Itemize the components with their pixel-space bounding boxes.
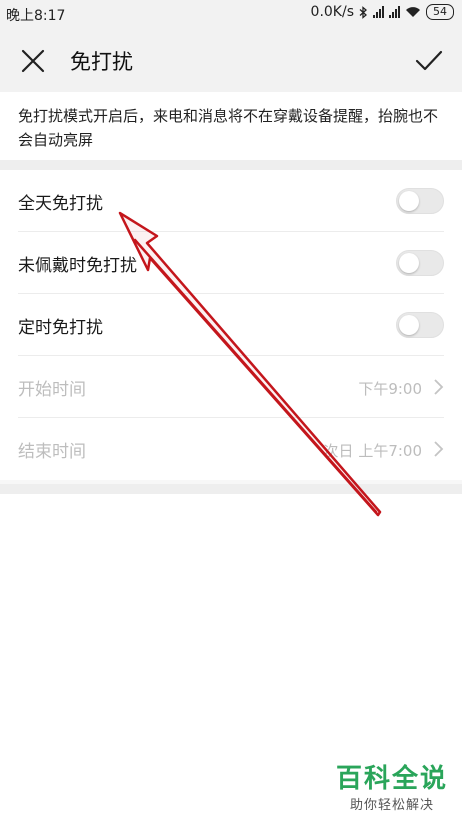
- bluetooth-icon: [359, 5, 367, 19]
- setting-row-all-day[interactable]: 全天免打扰: [18, 170, 444, 232]
- toggle-knob: [399, 315, 419, 335]
- signal-icon-2: [389, 6, 400, 18]
- start-time-value: 下午9:00: [358, 380, 422, 398]
- settings-list: 全天免打扰 未佩戴时免打扰 定时免打扰 开始时间 下午9:00 结束时间 次日 …: [0, 170, 462, 480]
- setting-label: 定时免打扰: [18, 318, 103, 338]
- description-panel: 免打扰模式开启后，来电和消息将不在穿戴设备提醒，抬腕也不会自动亮屏: [0, 92, 462, 160]
- signal-icon: [373, 6, 384, 18]
- wifi-icon: [406, 7, 420, 17]
- section-divider: [0, 484, 462, 494]
- watermark: 百科全说 助你轻松解决: [336, 764, 448, 813]
- app-header: 免打扰: [0, 28, 462, 92]
- end-time-value: 次日 上午7:00: [323, 442, 422, 460]
- setting-label: 全天免打扰: [18, 194, 103, 214]
- watermark-brand: 百科全说: [335, 764, 448, 794]
- close-icon[interactable]: [18, 46, 48, 76]
- status-icons: 0.0K/s 54: [311, 4, 454, 20]
- section-divider: [0, 160, 462, 170]
- status-bar: 晚上8:17 0.0K/s 54: [0, 0, 462, 28]
- setting-label: 结束时间: [18, 442, 86, 462]
- scheduled-toggle[interactable]: [396, 312, 444, 338]
- toggle-knob: [399, 191, 419, 211]
- setting-label: 开始时间: [18, 380, 86, 400]
- toggle-knob: [399, 253, 419, 273]
- chevron-right-icon: [434, 441, 444, 457]
- setting-row-start-time[interactable]: 开始时间 下午9:00: [18, 356, 444, 418]
- chevron-right-icon: [434, 379, 444, 395]
- all-day-toggle[interactable]: [396, 188, 444, 214]
- confirm-check-icon[interactable]: [414, 46, 444, 76]
- setting-row-scheduled[interactable]: 定时免打扰: [18, 294, 444, 356]
- setting-label: 未佩戴时免打扰: [18, 256, 137, 276]
- status-time: 晚上8:17: [6, 8, 66, 24]
- page-title: 免打扰: [70, 50, 133, 74]
- setting-row-end-time[interactable]: 结束时间 次日 上午7:00: [18, 418, 444, 480]
- battery-icon: 54: [426, 4, 454, 20]
- description-text: 免打扰模式开启后，来电和消息将不在穿戴设备提醒，抬腕也不会自动亮屏: [18, 107, 439, 149]
- setting-row-not-worn[interactable]: 未佩戴时免打扰: [18, 232, 444, 294]
- network-speed: 0.0K/s: [310, 4, 354, 20]
- not-worn-toggle[interactable]: [396, 250, 444, 276]
- watermark-slogan: 助你轻松解决: [349, 798, 434, 813]
